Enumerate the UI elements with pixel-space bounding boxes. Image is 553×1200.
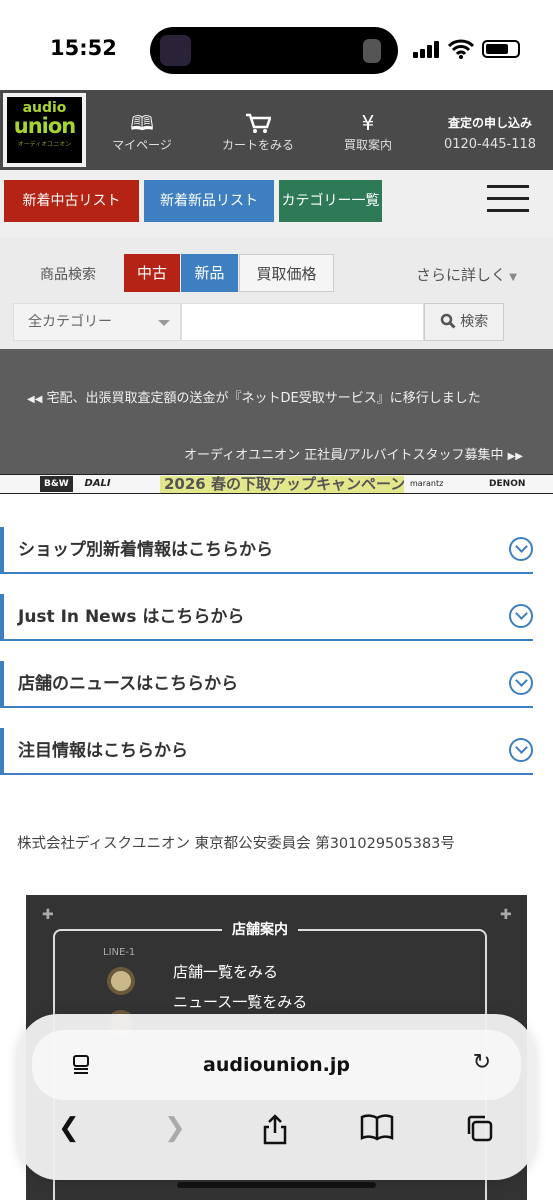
accordion-store-news[interactable]: 店舗のニュースはこちらから: [0, 661, 533, 708]
search-button-label: 検索: [460, 314, 489, 330]
logo-text-top: audio: [22, 100, 67, 116]
news-list-link[interactable]: ニュース一覧をみる: [173, 991, 307, 1012]
address-bar[interactable]: audiounion.jp ↻: [32, 1030, 521, 1100]
caret-down-icon: ▼: [506, 272, 517, 283]
news-ticker: ◀◀ 宅配、出張買取査定額の送金が『ネットDE受取サービス』に移行しました オー…: [0, 349, 553, 474]
store-list-link[interactable]: 店舗一覧をみる: [173, 961, 278, 982]
new-list-button[interactable]: 新着新品リスト: [144, 180, 274, 222]
chevron-down-icon: [509, 537, 533, 561]
accordion-title: 店舗のニュースはこちらから: [18, 674, 239, 694]
status-bar: 15:52: [0, 0, 553, 90]
screw-icon: ✚: [42, 907, 54, 923]
chevron-down-icon: [158, 320, 170, 326]
banner-campaign-text: 2026 春の下取アップキャンペーン: [160, 476, 404, 493]
nav-cart[interactable]: カートをみる: [208, 90, 308, 170]
accordion-title: 注目情報はこちらから: [18, 741, 188, 761]
store-guide-title: 店舗案内: [222, 919, 298, 939]
category-select[interactable]: 全カテゴリー: [13, 303, 181, 341]
chevron-down-icon: [509, 738, 533, 762]
appraisal-title: 査定の申し込み: [447, 116, 532, 130]
book-icon: 🕮: [130, 111, 154, 135]
cellular-signal-icon: [413, 41, 439, 58]
logo-text-sub: オーディオユニオン: [17, 141, 72, 148]
forward-icon[interactable]: ❯: [164, 1113, 186, 1143]
accordion-shop-news[interactable]: ショップ別新着情報はこちらから: [0, 527, 533, 574]
battery-icon: [482, 40, 520, 58]
category-select-value: 全カテゴリー: [28, 314, 112, 330]
advanced-search-label: さらに詳しく: [416, 266, 507, 284]
url-text: audiounion.jp: [203, 1054, 350, 1076]
appraisal-phone[interactable]: 0120-445-118: [430, 137, 550, 152]
clock: 15:52: [50, 36, 117, 60]
logo-text-main: union: [13, 114, 76, 138]
campaign-banner[interactable]: B&W DALI 2026 春の下取アップキャンペーン marantz DENO…: [0, 474, 553, 494]
brand-logo: DALI: [84, 478, 111, 489]
accordion-title: ショップ別新着情報はこちらから: [18, 540, 273, 560]
nav-mypage-label: マイページ: [112, 138, 172, 152]
accordion-just-in-news[interactable]: Just In News はこちらから: [0, 594, 533, 641]
share-icon[interactable]: [261, 1113, 289, 1152]
company-license: 株式会社ディスクユニオン 東京都公安委員会 第301029505383号: [17, 836, 455, 852]
home-indicator: [177, 1182, 376, 1188]
chevron-down-icon: [509, 604, 533, 628]
fast-forward-icon: ▶▶: [507, 451, 523, 462]
search-label: 商品検索: [40, 267, 96, 283]
category-list-button[interactable]: カテゴリー一覧: [279, 180, 382, 222]
product-search: 商品検索 中古 新品 買取価格 さらに詳しく ▼ 全カテゴリー 検索: [0, 237, 553, 349]
brand-logo: marantz: [410, 479, 444, 488]
tab-new[interactable]: 新品: [181, 254, 238, 292]
search-input[interactable]: [181, 303, 424, 341]
wifi-icon: [448, 39, 474, 59]
reload-icon[interactable]: ↻: [473, 1050, 491, 1075]
ticker-item[interactable]: オーディオユニオン 正社員/アルバイトスタッフ募集中 ▶▶: [184, 444, 523, 463]
nav-buyback[interactable]: ¥ 買取案内: [318, 90, 418, 170]
nav-cart-label: カートをみる: [221, 138, 294, 152]
appraisal-contact[interactable]: 査定の申し込み 0120-445-118: [430, 114, 550, 152]
now-playing-artwork[interactable]: [160, 35, 191, 66]
search-button[interactable]: 検索: [424, 303, 504, 341]
brand-logo: B&W: [40, 476, 73, 492]
line-label: LINE-1: [103, 947, 136, 958]
browser-toolbar: audiounion.jp ↻ ❮ ❯: [18, 1014, 535, 1180]
back-icon[interactable]: ❮: [58, 1113, 80, 1143]
search-icon: [440, 313, 456, 329]
accordion-title: Just In News はこちらから: [18, 607, 245, 627]
tabs-icon[interactable]: [464, 1113, 494, 1150]
ticker-item[interactable]: ◀◀ 宅配、出張買取査定額の送金が『ネットDE受取サービス』に移行しました: [27, 385, 527, 414]
rca-jack-icon: [107, 967, 135, 995]
island-indicator-icon: [363, 39, 381, 63]
banner-left-brands: B&W DALI: [0, 475, 111, 493]
dynamic-island: [150, 27, 398, 74]
advanced-search-link[interactable]: さらに詳しく ▼: [416, 264, 517, 285]
brand-logo: DENON: [489, 479, 526, 489]
cart-icon: [208, 112, 308, 134]
tab-buyback-price[interactable]: 買取価格: [239, 254, 334, 292]
nav-buyback-label: 買取案内: [343, 138, 392, 152]
bookmarks-icon[interactable]: [360, 1113, 394, 1148]
accordion-featured[interactable]: 注目情報はこちらから: [0, 728, 533, 775]
screw-icon: ✚: [500, 907, 512, 923]
nav-mypage[interactable]: 🕮 マイページ: [92, 90, 192, 170]
banner-right-brands: marantz DENON: [410, 475, 525, 493]
yen-icon: ¥: [361, 111, 375, 135]
used-list-button[interactable]: 新着中古リスト: [4, 180, 139, 222]
tab-used[interactable]: 中古: [124, 254, 180, 292]
site-logo[interactable]: audio union オーディオユニオン: [3, 93, 86, 167]
ticker-item-text: オーディオユニオン 正社員/アルバイトスタッフ募集中: [183, 448, 504, 463]
category-bar: 新着中古リスト 新着新品リスト カテゴリー一覧: [0, 170, 553, 237]
chevron-down-icon: [509, 671, 533, 695]
rewind-icon: ◀◀: [27, 394, 43, 405]
site-header: audio union オーディオユニオン 🕮 マイページ カートをみる ¥ 買…: [0, 90, 553, 170]
ticker-item-text: 宅配、出張買取査定額の送金が『ネットDE受取サービス』に移行しました: [46, 391, 481, 406]
hamburger-menu-icon[interactable]: [487, 185, 529, 215]
